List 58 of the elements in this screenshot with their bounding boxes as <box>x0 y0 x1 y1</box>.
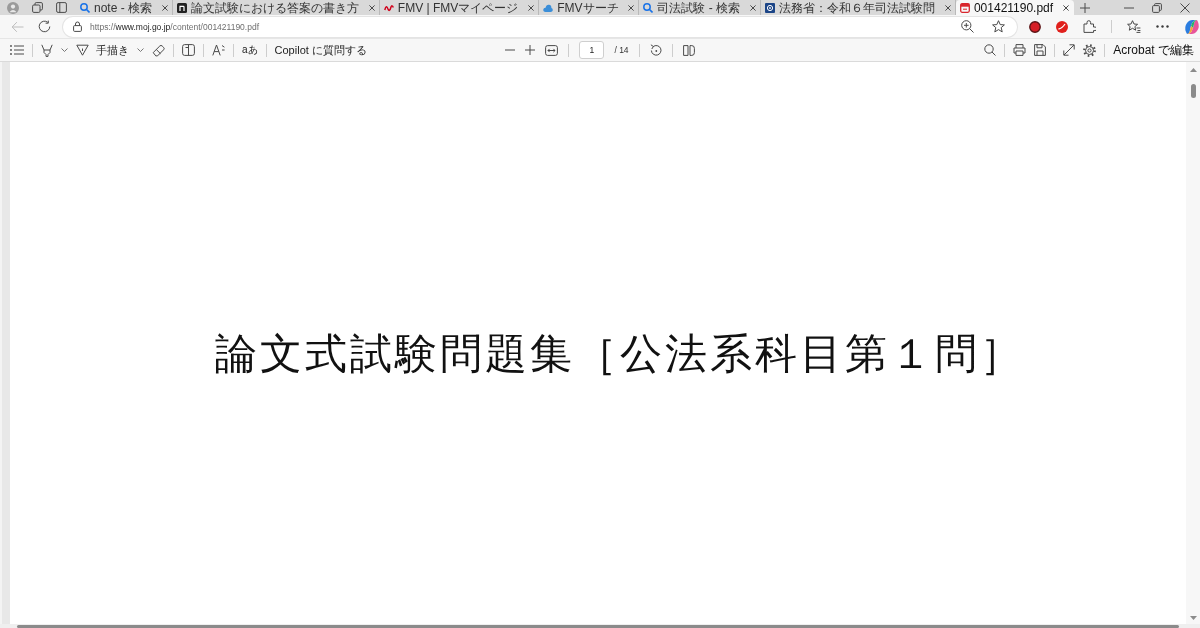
squiggle-icon <box>383 2 394 13</box>
caret-icon[interactable] <box>61 48 68 52</box>
search-icon <box>80 2 90 13</box>
panel-icon[interactable] <box>56 2 67 13</box>
copilot-button[interactable]: Copilot に質問する <box>274 43 367 57</box>
circle-icon[interactable] <box>1029 20 1041 33</box>
cloud-icon <box>543 2 554 13</box>
page-count: / 14 <box>614 45 629 55</box>
fit-page-icon[interactable] <box>545 44 559 56</box>
scroll-down-icon[interactable] <box>1189 616 1197 620</box>
swoosh-circle-icon[interactable] <box>1056 20 1068 33</box>
scroll-up-icon[interactable] <box>1189 68 1197 72</box>
caret-icon[interactable] <box>137 48 144 52</box>
search-icon[interactable] <box>984 44 997 56</box>
text-box-icon[interactable] <box>182 44 195 56</box>
pen-icon <box>76 44 89 56</box>
page-number-field[interactable]: 1 <box>579 41 605 59</box>
close-icon[interactable] <box>628 4 635 11</box>
close-icon[interactable] <box>1180 2 1190 13</box>
rotate-icon[interactable] <box>649 44 662 56</box>
puzzle-icon[interactable] <box>1083 20 1096 33</box>
star-icon[interactable] <box>992 20 1005 33</box>
address-field[interactable]: https://www.moj.go.jp/content/001421190.pdf <box>63 16 1017 37</box>
star-list-icon[interactable] <box>1127 20 1141 33</box>
close-icon[interactable] <box>368 4 375 11</box>
edit-button[interactable]: Acrobat で編集 <box>1113 42 1194 58</box>
refresh-icon[interactable] <box>38 20 51 33</box>
document-icon <box>959 2 970 13</box>
lock-icon <box>73 21 82 32</box>
expand-icon[interactable] <box>1063 44 1076 56</box>
list-icon[interactable] <box>10 45 24 55</box>
save-icon[interactable] <box>1034 44 1047 56</box>
draw-button[interactable]: 手描き <box>76 43 129 57</box>
tile-icon <box>176 2 187 13</box>
eraser-icon[interactable] <box>152 43 165 57</box>
scrollbar-thumb[interactable] <box>1190 84 1196 98</box>
emblem-icon <box>765 2 776 13</box>
browser-tab[interactable]: 001421190.pdf <box>955 0 1075 15</box>
new-tab-icon[interactable] <box>1080 2 1090 13</box>
page-view-icon[interactable] <box>682 44 695 56</box>
plus-icon[interactable] <box>525 45 536 55</box>
read-aloud-icon[interactable] <box>212 44 225 56</box>
print-icon[interactable] <box>1013 44 1027 56</box>
close-icon[interactable] <box>750 4 757 11</box>
search-icon <box>643 2 654 13</box>
close-icon[interactable] <box>944 4 951 11</box>
close-icon[interactable] <box>161 4 168 11</box>
close-icon[interactable] <box>528 4 535 11</box>
settings-icon[interactable] <box>1083 43 1097 57</box>
highlighter-icon[interactable] <box>41 43 53 57</box>
translate-button[interactable]: aあ <box>242 43 258 57</box>
document-title: 論文式試験問題集［公法系科目第１問］ <box>215 330 1025 379</box>
more-icon[interactable] <box>1156 25 1169 28</box>
restore-icon[interactable] <box>1152 2 1162 13</box>
zoom-in-icon[interactable] <box>961 20 974 33</box>
swirl-logo-icon[interactable] <box>1184 18 1200 35</box>
overlapping-squares-icon[interactable] <box>32 2 43 13</box>
close-icon[interactable] <box>1063 4 1070 11</box>
